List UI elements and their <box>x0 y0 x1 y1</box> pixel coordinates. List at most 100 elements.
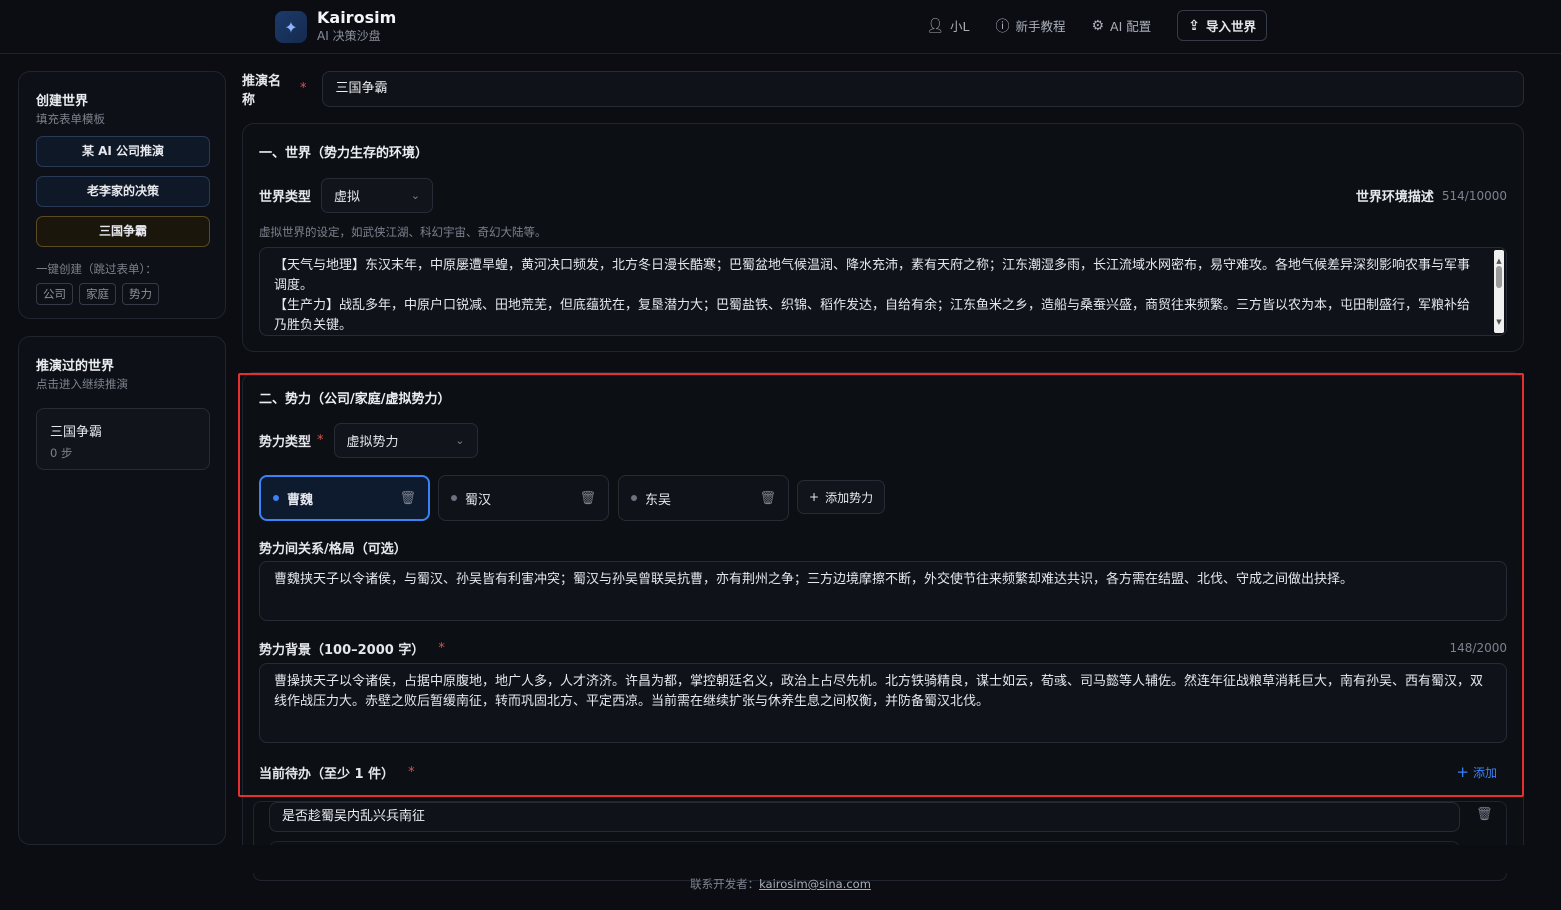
scrollbar-thumb[interactable] <box>1496 266 1502 288</box>
required-marker: * <box>317 433 324 448</box>
faction-name: 东吴 <box>645 492 672 508</box>
scroll-down-icon[interactable]: ▼ <box>1494 312 1504 332</box>
upload-icon: ⇪ <box>1188 17 1200 34</box>
chevron-down-icon: ⌄ <box>455 434 465 447</box>
world-env-paragraph: 【生产力】战乱多年，中原户口锐减、田地荒芜，但底蕴犹在，复垦潜力大；巴蜀盐铁、织… <box>274 298 1471 333</box>
tutorial-label: 新手教程 <box>1015 19 1066 34</box>
footer-prefix: 联系开发者： <box>690 877 760 891</box>
top-bar: ✦ Kairosim AI 决策沙盘 👤︎ 小L ⓘ 新手教程 ⚙ AI 配置 … <box>0 0 1561 54</box>
relation-textarea[interactable]: 曹魏挟天子以令诸侯，与蜀汉、孙吴皆有利害冲突；蜀汉与孙吴曾联吴抗曹，亦有荆州之争… <box>259 561 1507 621</box>
brand[interactable]: ✦ Kairosim AI 决策沙盘 <box>275 9 396 45</box>
world-env-textarea[interactable]: 【天气与地理】东汉末年，中原屡遭旱蝗，黄河决口频发，北方冬日漫长酷寒；巴蜀盆地气… <box>259 247 1507 336</box>
world-type-label: 世界类型 <box>259 190 312 205</box>
faction-tab-cao-wei[interactable]: 曹魏 🗑︎ <box>259 475 430 521</box>
faction-name: 蜀汉 <box>465 492 492 508</box>
faction-type-value: 虚拟势力 <box>346 435 399 450</box>
faction-tab-shu-han[interactable]: 蜀汉 🗑︎ <box>438 475 609 521</box>
user-icon: 👤︎ <box>926 17 944 34</box>
background-label: 势力背景（100–2000 字） <box>259 643 425 658</box>
add-todo-label: 添加 <box>1472 765 1497 780</box>
scroll-fade <box>226 845 1561 873</box>
tutorial-link[interactable]: ⓘ 新手教程 <box>995 10 1065 41</box>
history-card: 推演过的世界 点击进入继续推演 三国争霸 0 步 <box>18 336 226 845</box>
create-world-title: 创建世界 <box>36 94 89 109</box>
faction-section-title: 二、势力（公司/家庭/虚拟势力） <box>259 392 451 407</box>
import-world-button[interactable]: ⇪ 导入世界 <box>1177 10 1267 41</box>
footer-email-link[interactable]: kairosim@sina.com <box>759 877 871 891</box>
required-marker: * <box>408 765 415 780</box>
faction-type-select[interactable]: 虚拟势力 ⌄ <box>333 423 478 458</box>
template-three-kingdoms-button[interactable]: 三国争霸 <box>36 216 210 247</box>
background-header: 势力背景（100–2000 字） * <box>259 639 445 658</box>
required-marker: * <box>299 81 307 96</box>
app-name: Kairosim <box>317 8 397 27</box>
relation-label: 势力间关系/格局（可选） <box>259 542 407 557</box>
create-world-card: 创建世界 填充表单模板 某 AI 公司推演 老李家的决策 三国争霸 一键创建（跳… <box>18 71 226 319</box>
textarea-scrollbar[interactable]: ▲ ▼ <box>1494 250 1504 333</box>
main-form: 推演名称 * 三国争霸 一、世界（势力生存的环境） 世界类型 虚拟 ⌄ 世界环境… <box>242 70 1524 881</box>
todo-header: 当前待办（至少 1 件） * <box>259 763 415 782</box>
top-nav: 👤︎ 小L ⓘ 新手教程 ⚙ AI 配置 ⇪ 导入世界 <box>926 10 1267 41</box>
background-counter: 148/2000 <box>1449 641 1508 655</box>
quick-create-faction[interactable]: 势力 <box>122 283 159 305</box>
create-world-subtitle: 填充表单模板 <box>36 112 105 126</box>
history-item-name: 三国争霸 <box>50 425 103 440</box>
template-ai-company-button[interactable]: 某 AI 公司推演 <box>36 136 210 167</box>
faction-dot <box>631 495 637 501</box>
history-item[interactable]: 三国争霸 0 步 <box>36 408 210 470</box>
faction-dot <box>273 495 279 501</box>
add-todo-button[interactable]: + 添加 <box>1456 763 1497 781</box>
faction-type-row: 势力类型 * 虚拟势力 ⌄ <box>259 423 478 458</box>
template-family-button[interactable]: 老李家的决策 <box>36 176 210 207</box>
trash-icon[interactable]: 🗑︎ <box>399 491 416 506</box>
faction-dot <box>451 495 457 501</box>
user-name: 小L <box>949 19 970 34</box>
chevron-down-icon: ⌄ <box>410 189 421 202</box>
world-section: 一、世界（势力生存的环境） 世界类型 虚拟 ⌄ 世界环境描述 514/10000… <box>242 123 1524 352</box>
user-menu[interactable]: 👤︎ 小L <box>926 10 969 41</box>
help-circle-icon: ⓘ <box>995 18 1010 35</box>
sim-name-input[interactable]: 三国争霸 <box>322 70 1524 107</box>
world-type-row: 世界类型 虚拟 ⌄ <box>259 178 434 213</box>
background-textarea[interactable]: 曹操挟天子以令诸侯，占据中原腹地，地广人多，人才济济。许昌为都，掌控朝廷名义，政… <box>259 663 1507 743</box>
app-subtitle: AI 决策沙盘 <box>317 29 381 43</box>
gear-icon: ⚙ <box>1091 17 1105 34</box>
world-env-counter: 514/10000 <box>1441 188 1507 203</box>
plus-icon: + <box>1456 763 1469 781</box>
todo-item-input[interactable]: 是否趁蜀吴内乱兴兵南征 <box>269 802 1460 832</box>
world-type-value: 虚拟 <box>334 190 361 205</box>
quick-create-chips: 公司 家庭 势力 <box>36 283 208 305</box>
footer: 联系开发者：kairosim@sina.com <box>0 876 1561 892</box>
world-type-select[interactable]: 虚拟 ⌄ <box>321 178 434 213</box>
faction-tabs: 曹魏 🗑︎ 蜀汉 🗑︎ 东吴 🗑︎ + 添加势力 <box>259 475 899 521</box>
world-type-hint: 虚拟世界的设定，如武侠江湖、科幻宇宙、奇幻大陆等。 <box>259 225 547 239</box>
world-env-header: 世界环境描述 514/10000 <box>1355 186 1507 206</box>
world-section-title: 一、世界（势力生存的环境） <box>259 146 429 161</box>
todo-label: 当前待办（至少 1 件） <box>259 767 395 782</box>
quick-create-label: 一键创建（跳过表单）： <box>36 262 157 276</box>
history-item-steps: 0 步 <box>50 446 73 460</box>
history-title: 推演过的世界 <box>36 359 115 374</box>
trash-icon[interactable]: 🗑︎ <box>759 491 776 506</box>
import-world-label: 导入世界 <box>1205 19 1256 34</box>
sim-name-label: 推演名称 <box>242 73 282 108</box>
faction-tab-dong-wu[interactable]: 东吴 🗑︎ <box>618 475 789 521</box>
required-marker: * <box>438 641 445 656</box>
quick-create-company[interactable]: 公司 <box>36 283 73 305</box>
plus-icon: + <box>809 490 820 504</box>
faction-name: 曹魏 <box>287 492 314 508</box>
trash-icon[interactable]: 🗑︎ <box>1476 807 1493 822</box>
trash-icon[interactable]: 🗑︎ <box>579 491 596 506</box>
faction-type-label: 势力类型 <box>259 435 312 450</box>
add-faction-label: 添加势力 <box>825 490 874 505</box>
add-faction-button[interactable]: + 添加势力 <box>797 480 886 514</box>
ai-config-link[interactable]: ⚙ AI 配置 <box>1091 10 1151 41</box>
ai-config-label: AI 配置 <box>1110 19 1152 34</box>
sim-name-row: 推演名称 * 三国争霸 <box>242 70 1524 108</box>
world-env-paragraph: 【天气与地理】东汉末年，中原屡遭旱蝗，黄河决口频发，北方冬日漫长酷寒；巴蜀盆地气… <box>274 258 1471 293</box>
world-env-label: 世界环境描述 <box>1355 190 1434 205</box>
history-subtitle: 点击进入继续推演 <box>36 377 128 391</box>
quick-create-family[interactable]: 家庭 <box>79 283 116 305</box>
faction-section: 二、势力（公司/家庭/虚拟势力） 势力类型 * 虚拟势力 ⌄ 曹魏 🗑︎ 蜀汉 … <box>242 372 1524 881</box>
sparkle-logo-icon: ✦ <box>275 11 307 43</box>
